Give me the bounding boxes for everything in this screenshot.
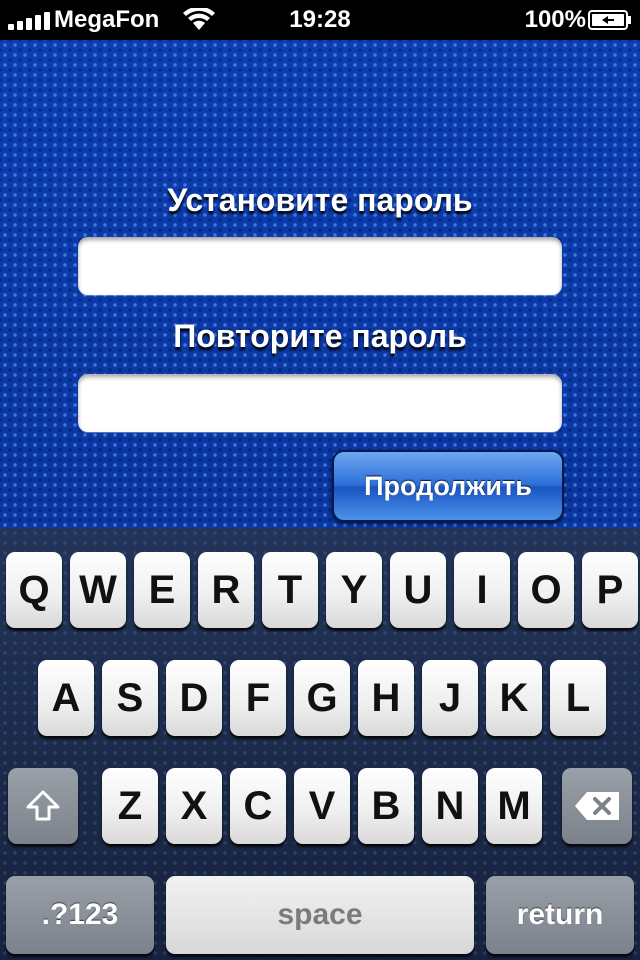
key-j[interactable]: J xyxy=(422,660,478,736)
battery-charging-icon xyxy=(588,10,631,30)
keyboard: QWERTYUIOP ASDFGHJKL ZXCVBNM .?123 space… xyxy=(0,528,640,960)
key-o[interactable]: O xyxy=(518,552,574,628)
key-h[interactable]: H xyxy=(358,660,414,736)
key-z[interactable]: Z xyxy=(102,768,158,844)
backspace-key[interactable] xyxy=(562,768,632,844)
key-p[interactable]: P xyxy=(582,552,638,628)
key-y[interactable]: Y xyxy=(326,552,382,628)
key-m[interactable]: M xyxy=(486,768,542,844)
key-l[interactable]: L xyxy=(550,660,606,736)
battery-percent: 100% xyxy=(524,6,586,33)
key-s[interactable]: S xyxy=(102,660,158,736)
key-e[interactable]: E xyxy=(134,552,190,628)
numbers-key[interactable]: .?123 xyxy=(6,876,154,954)
repeat-password-input[interactable] xyxy=(78,374,562,432)
key-n[interactable]: N xyxy=(422,768,478,844)
status-bar: MegaFon 19:28 100% xyxy=(0,0,640,40)
return-key[interactable]: return xyxy=(486,876,634,954)
key-t[interactable]: T xyxy=(262,552,318,628)
key-r[interactable]: R xyxy=(198,552,254,628)
key-g[interactable]: G xyxy=(294,660,350,736)
key-i[interactable]: I xyxy=(454,552,510,628)
key-c[interactable]: C xyxy=(230,768,286,844)
backspace-icon xyxy=(575,792,619,820)
key-k[interactable]: K xyxy=(486,660,542,736)
shift-key[interactable] xyxy=(8,768,78,844)
repeat-password-label: Повторите пароль xyxy=(173,318,467,354)
shift-icon xyxy=(26,790,60,821)
key-u[interactable]: U xyxy=(390,552,446,628)
key-b[interactable]: B xyxy=(358,768,414,844)
key-f[interactable]: F xyxy=(230,660,286,736)
set-password-label: Установите пароль xyxy=(167,182,473,218)
continue-button[interactable]: Продолжить xyxy=(332,450,564,522)
key-v[interactable]: V xyxy=(294,768,350,844)
password-setup-area: Установите пароль Повторите пароль Продо… xyxy=(0,40,640,528)
space-key[interactable]: space xyxy=(166,876,474,954)
key-q[interactable]: Q xyxy=(6,552,62,628)
key-w[interactable]: W xyxy=(70,552,126,628)
key-a[interactable]: A xyxy=(38,660,94,736)
key-x[interactable]: X xyxy=(166,768,222,844)
password-input[interactable] xyxy=(78,237,562,295)
key-d[interactable]: D xyxy=(166,660,222,736)
